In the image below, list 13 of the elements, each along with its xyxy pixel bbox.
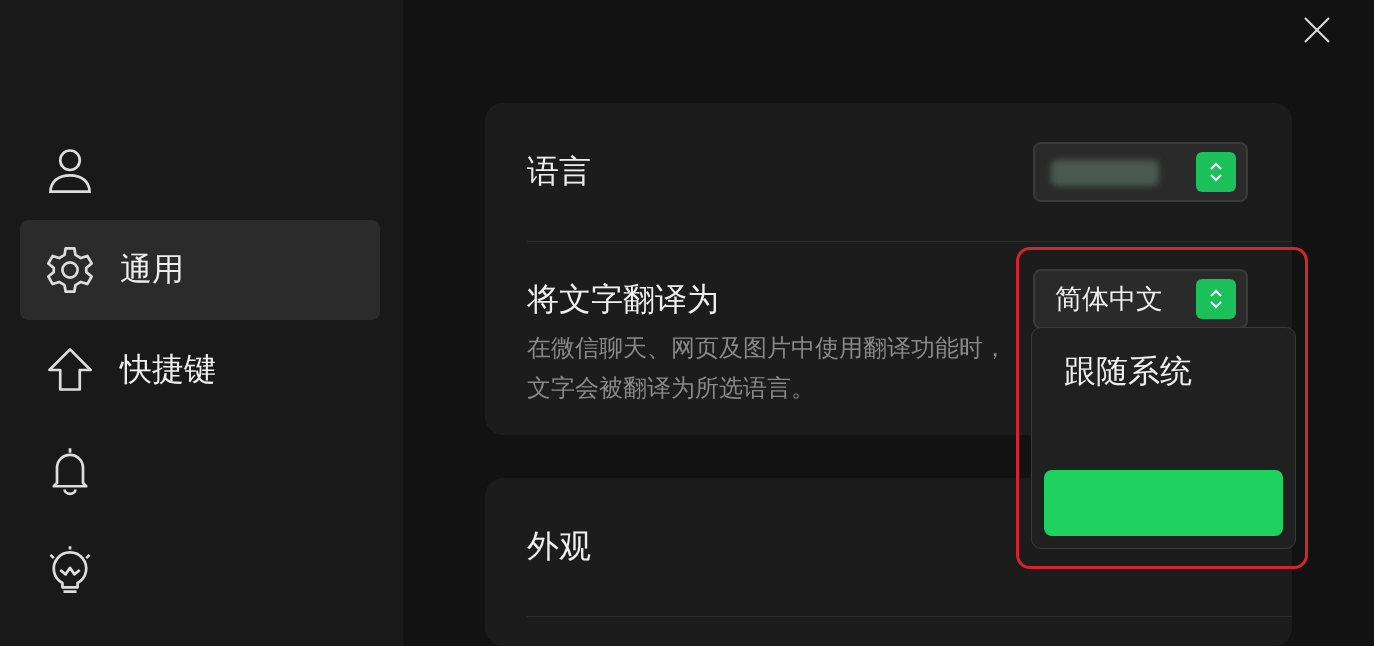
language-select[interactable] <box>1033 141 1248 202</box>
sidebar-item[interactable]: 通用 <box>20 220 380 320</box>
sidebar-item[interactable]: 快捷键 <box>20 320 380 420</box>
stepper-icon <box>1196 151 1236 192</box>
setting-description: 在微信聊天、网页及图片中使用翻译功能时，文字会被翻译为所选语言。 <box>527 332 1008 404</box>
setting-title: 语言 <box>527 150 591 192</box>
settings-icon <box>44 244 96 296</box>
setting-title: 将文字翻译为 <box>527 278 720 320</box>
stepper-icon <box>1196 278 1236 319</box>
dropdown-option[interactable]: 跟随系统 <box>1044 345 1283 412</box>
setting-title: 外观 <box>527 525 591 567</box>
language-select[interactable]: 简体中文 <box>1033 268 1248 329</box>
dropdown-option[interactable] <box>1044 469 1283 536</box>
